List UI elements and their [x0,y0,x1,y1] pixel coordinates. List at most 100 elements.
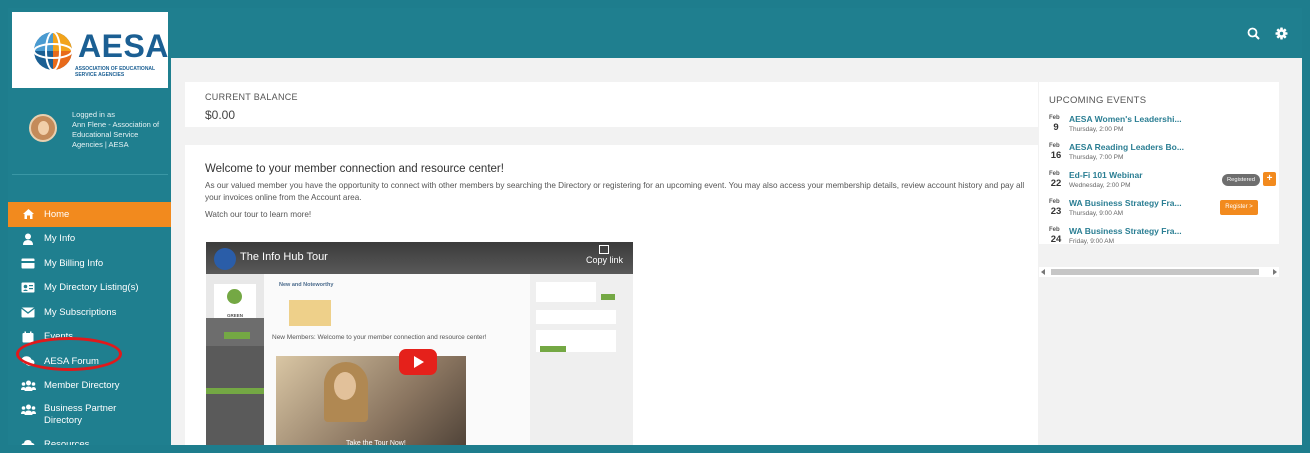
user-icon [20,233,36,245]
video-player[interactable]: GREEN VALLEY New and Noteworthy New Memb… [206,242,633,447]
video-preview-photo [276,356,466,445]
balance-value: $0.00 [205,108,236,122]
sidebar-item-label: My Billing Info [44,257,104,269]
profile-text: Logged in as Ann Flene - Association of … [72,110,164,150]
sidebar-item-label: Resources [44,438,90,450]
video-preview-nav [206,346,264,445]
events-title: UPCOMING EVENTS [1049,95,1147,106]
channel-avatar-icon[interactable] [214,248,236,270]
current-balance-card: CURRENT BALANCE $0.00 [185,82,1038,127]
scroll-right-arrow-icon[interactable] [1273,269,1277,275]
video-preview-nav-active [206,388,264,394]
event-month: Feb [1049,143,1060,149]
event-day: 9 [1053,122,1059,133]
video-preview-events-button [601,294,615,300]
sidebar-item-label: Home [44,208,70,220]
scrollbar-thumb[interactable] [1051,269,1259,275]
sidebar-nav: Home My Info My Billing Info My Director… [8,202,179,450]
sidebar-item-member-directory[interactable]: Member Directory [8,374,178,399]
play-button[interactable] [399,349,437,375]
event-month: Feb [1049,115,1060,121]
sidebar-item-resources[interactable]: Resources [8,432,178,450]
welcome-card: Welcome to your member connection and re… [185,145,1038,445]
envelope-icon [20,306,36,318]
copy-link-icon[interactable] [599,245,609,254]
event-day: 22 [1050,178,1062,189]
cloud-icon [20,438,36,445]
video-preview-chamber-image [289,300,331,326]
video-preview-photo-caption: Take the Tour Now! [346,440,406,447]
sidebar-item-home[interactable]: Home [8,202,179,227]
user-name[interactable]: Ann Flene - Association of Educational S… [72,120,164,150]
event-item[interactable]: Feb 9 AESA Women's Leadershi... Thursday… [1049,112,1274,138]
video-preview-button [224,332,250,339]
credit-card-icon [20,257,36,269]
event-time: Wednesday, 2:00 PM [1069,182,1131,189]
event-time: Thursday, 2:00 PM [1069,126,1124,133]
video-preview-news-button [540,346,566,352]
event-time: Thursday, 7:00 PM [1069,154,1124,161]
add-event-button[interactable]: + [1263,172,1276,186]
sidebar-item-my-info[interactable]: My Info [8,227,178,252]
sidebar-item-label: My Subscriptions [44,306,117,318]
logo[interactable]: AESA Association of Educational Service … [12,12,168,88]
scroll-left-arrow-icon[interactable] [1041,269,1045,275]
event-item[interactable]: Feb 24 WA Business Strategy Fra... Frida… [1049,224,1274,250]
video-preview-balance-box [536,310,616,324]
home-icon [20,208,36,220]
register-button[interactable]: Register > [1220,200,1258,215]
tour-text: Watch our tour to learn more! [205,210,312,219]
event-item[interactable]: Feb 22 Ed-Fi 101 Webinar Wednesday, 2:00… [1049,168,1276,194]
sidebar: AESA Association of Educational Service … [8,8,179,445]
event-name[interactable]: AESA Women's Leadershi... [1069,114,1182,124]
forum-highlight-annotation [16,337,122,371]
event-day: 16 [1050,150,1062,161]
aesa-logo-icon [33,31,73,71]
users-icon [20,380,36,392]
event-item[interactable]: Feb 16 AESA Reading Leaders Bo... Thursd… [1049,140,1274,166]
balance-label: CURRENT BALANCE [205,92,298,102]
event-day: 23 [1050,206,1062,217]
video-preview-events-box [536,282,596,302]
logo-text: AESA [78,28,169,64]
sidebar-item-label: Business Partner Directory [44,403,117,426]
video-preview-person-face [334,372,356,400]
event-name[interactable]: Ed-Fi 101 Webinar [1069,170,1143,180]
video-preview-welcome: New Members: Welcome to your member conn… [272,334,487,341]
top-bar [171,8,1302,58]
users-icon [20,403,36,415]
sidebar-item-business-partner-directory[interactable]: Business Partner Directory [8,398,178,432]
event-name[interactable]: WA Business Strategy Fra... [1069,198,1182,208]
event-name[interactable]: WA Business Strategy Fra... [1069,226,1182,236]
event-month: Feb [1049,171,1060,177]
id-card-icon [20,282,36,294]
sidebar-item-label: Member Directory [44,380,120,392]
main-content: CURRENT BALANCE $0.00 Welcome to your me… [171,58,1302,445]
sidebar-item-directory-listing[interactable]: My Directory Listing(s) [8,276,178,301]
event-month: Feb [1049,227,1060,233]
events-scrollbar[interactable] [1039,267,1279,277]
event-time: Friday, 9:00 AM [1069,238,1115,245]
logged-in-label: Logged in as [72,110,115,119]
avatar[interactable] [29,114,57,142]
logo-subtitle: Association of Educational Service Agenc… [75,66,155,78]
sidebar-item-billing[interactable]: My Billing Info [8,251,178,276]
app-frame: AESA Association of Educational Service … [0,0,1310,453]
video-preview-heading: New and Noteworthy [279,282,334,288]
event-time: Thursday, 9:00 AM [1069,210,1124,217]
event-day: 24 [1050,234,1062,245]
search-icon[interactable] [1247,27,1260,40]
sidebar-divider [12,174,168,175]
event-name[interactable]: AESA Reading Leaders Bo... [1069,142,1184,152]
event-item[interactable]: Feb 23 WA Business Strategy Fra... Thurs… [1049,196,1274,222]
gear-icon[interactable] [1275,27,1288,40]
welcome-description: As our valued member you have the opport… [205,181,1025,202]
user-profile: Logged in as Ann Flene - Association of … [12,96,168,160]
video-preview-sidebar: GREEN VALLEY [206,274,264,445]
registered-badge: Registered [1222,174,1260,186]
copy-link-button[interactable]: Copy link [586,255,623,265]
video-title[interactable]: The Info Hub Tour [240,251,328,263]
event-month: Feb [1049,199,1060,205]
sidebar-item-subscriptions[interactable]: My Subscriptions [8,300,178,325]
upcoming-events-card: UPCOMING EVENTS Feb 9 AESA Women's Leade… [1039,82,1279,245]
